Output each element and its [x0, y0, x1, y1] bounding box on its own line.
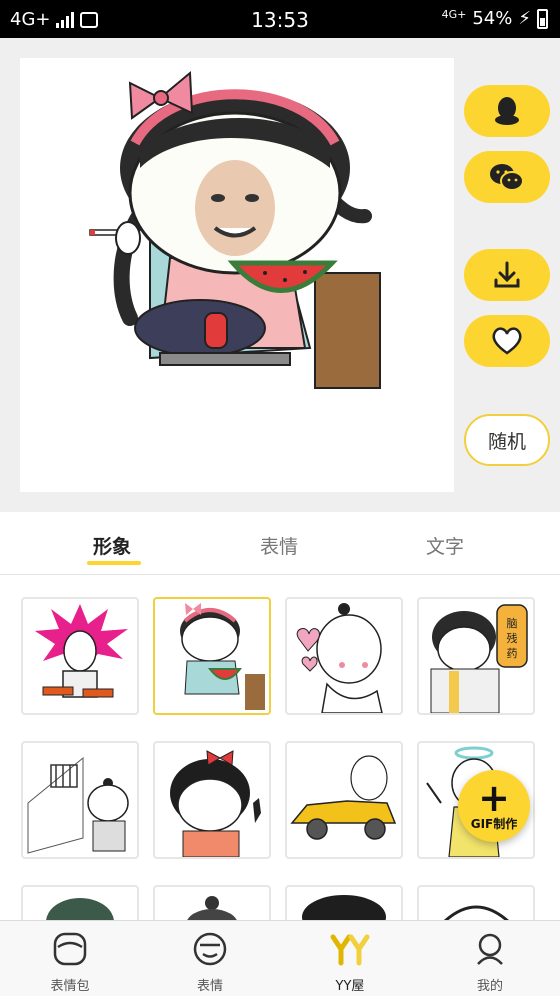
- nav-mine[interactable]: 我的: [420, 921, 560, 996]
- grid-item-red-bow-girl[interactable]: [153, 741, 271, 859]
- download-icon: [494, 261, 520, 288]
- tab-figure[interactable]: 形象: [93, 532, 131, 559]
- qq-penguin-icon: [495, 97, 519, 125]
- yellow-car-thumb: [290, 755, 397, 840]
- svg-text:残: 残: [507, 631, 518, 645]
- bun-baby-thumb: [296, 603, 383, 713]
- status-bar: 4G+ 13:53 4G + 54% ⚡: [0, 0, 560, 38]
- prisoner-thumb: [27, 756, 129, 854]
- figure-grid: 脑 残 药: [0, 575, 560, 920]
- grid-item-row3-2[interactable]: [153, 885, 271, 920]
- grid-item-prisoner[interactable]: [21, 741, 139, 859]
- charging-icon: ⚡: [518, 8, 531, 29]
- svg-text:脑: 脑: [507, 617, 518, 630]
- battery-icon: [537, 8, 548, 29]
- grid-item-bun-baby[interactable]: [285, 597, 403, 715]
- grid-item-spiky-hair[interactable]: [21, 597, 139, 715]
- share-wechat-button[interactable]: [464, 151, 550, 203]
- medicine-boy-thumb: 脑 残 药: [430, 604, 528, 713]
- photo-face: [195, 160, 275, 256]
- bow-girl-thumb: [180, 603, 265, 710]
- grid-item-medicine-boy[interactable]: 脑 残 药: [417, 597, 535, 715]
- favorite-button[interactable]: [464, 315, 550, 367]
- meme-preview-illustration: [89, 70, 381, 389]
- grid-item-row3-3[interactable]: [285, 885, 403, 920]
- stool: [159, 352, 291, 366]
- grid-item-row3-4[interactable]: [417, 885, 535, 920]
- heart-icon: [492, 327, 522, 355]
- gif-make-label: GIF制作: [470, 816, 518, 831]
- bottom-nav: 表情包 表情 YY屋 我的: [0, 920, 560, 996]
- expression-face-icon: [193, 932, 227, 966]
- share-qq-button[interactable]: [464, 85, 550, 137]
- nav-expression[interactable]: 表情: [140, 921, 280, 996]
- active-tab-indicator: [87, 561, 141, 565]
- plus-icon: +: [478, 775, 510, 820]
- category-tabs: 形象 表情 文字: [0, 512, 560, 575]
- wechat-icon: [490, 164, 524, 191]
- grid-item-row3-1[interactable]: [21, 885, 139, 920]
- profile-icon: [477, 933, 503, 965]
- download-button[interactable]: [464, 249, 550, 301]
- nav-yy-house[interactable]: YY屋: [280, 921, 420, 996]
- hand: [115, 221, 141, 255]
- nav-meme-pack[interactable]: 表情包: [0, 921, 140, 996]
- random-button[interactable]: 随机: [464, 414, 550, 466]
- network-right: 4G +: [441, 7, 467, 21]
- knee-red: [204, 312, 228, 349]
- battery-percent: 54%: [472, 8, 513, 29]
- table: [314, 272, 381, 389]
- meme-canvas[interactable]: [20, 58, 454, 492]
- tab-text[interactable]: 文字: [426, 532, 464, 559]
- meme-pack-icon: [53, 932, 87, 966]
- editor-area: 随机: [0, 38, 560, 512]
- spiky-hair-girl-thumb: [35, 604, 128, 698]
- grid-item-bow-girl[interactable]: [153, 597, 271, 715]
- svg-text:药: 药: [507, 647, 518, 660]
- legs: [134, 299, 266, 357]
- gif-make-button[interactable]: + GIF制作: [458, 770, 530, 842]
- tab-expression[interactable]: 表情: [260, 532, 298, 559]
- red-bow-girl-thumb: [170, 750, 261, 857]
- grid-item-yellow-car[interactable]: [285, 741, 403, 859]
- yy-house-icon: [330, 934, 370, 966]
